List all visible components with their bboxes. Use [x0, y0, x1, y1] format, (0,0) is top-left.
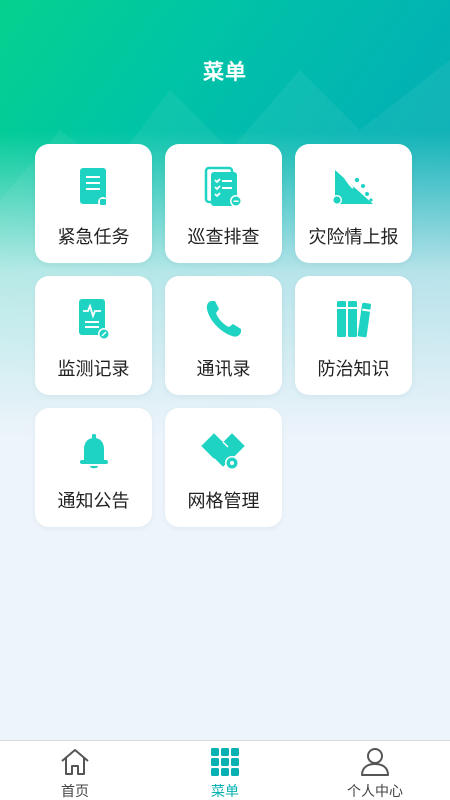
inspection-checklist-icon: [199, 164, 249, 210]
menu-item-label: 灾险情上报: [308, 227, 399, 248]
tab-label: 首页: [61, 784, 89, 800]
monitoring-record-icon: [69, 296, 119, 342]
books-icon: [329, 296, 379, 342]
landslide-report-icon: [329, 164, 379, 210]
user-icon: [358, 745, 392, 779]
menu-item-label: 通知公告: [57, 491, 130, 512]
grid-management-icon: [199, 428, 249, 474]
menu-item-notice[interactable]: 通知公告: [35, 408, 152, 527]
tab-home[interactable]: 首页: [0, 741, 150, 800]
menu-grid-icon: [208, 745, 242, 779]
tab-label: 个人中心: [347, 784, 403, 800]
bell-icon: [69, 428, 119, 474]
phone-icon: [199, 296, 249, 342]
bottom-tab-bar: 首页 菜单 个人中心: [0, 740, 450, 800]
tab-menu[interactable]: 菜单: [150, 741, 300, 800]
menu-item-disaster-report[interactable]: 灾险情上报: [295, 144, 412, 263]
tab-label: 菜单: [211, 784, 239, 800]
menu-item-grid-management[interactable]: 网格管理: [165, 408, 282, 527]
page-title: 菜单: [203, 60, 247, 84]
home-icon: [58, 745, 92, 779]
menu-item-label: 网格管理: [187, 491, 260, 512]
tab-profile[interactable]: 个人中心: [300, 741, 450, 800]
menu-item-monitoring[interactable]: 监测记录: [35, 276, 152, 395]
menu-item-label: 防治知识: [317, 359, 390, 380]
menu-item-label: 通讯录: [196, 359, 251, 380]
menu-item-urgent-task[interactable]: 紧急任务: [35, 144, 152, 263]
menu-item-label: 紧急任务: [57, 227, 130, 248]
menu-item-label: 巡查排查: [187, 227, 260, 248]
menu-item-inspection[interactable]: 巡查排查: [165, 144, 282, 263]
urgent-task-icon: [69, 164, 119, 210]
menu-item-label: 监测记录: [57, 359, 130, 380]
menu-item-contacts[interactable]: 通讯录: [165, 276, 282, 395]
menu-item-prevention-knowledge[interactable]: 防治知识: [295, 276, 412, 395]
